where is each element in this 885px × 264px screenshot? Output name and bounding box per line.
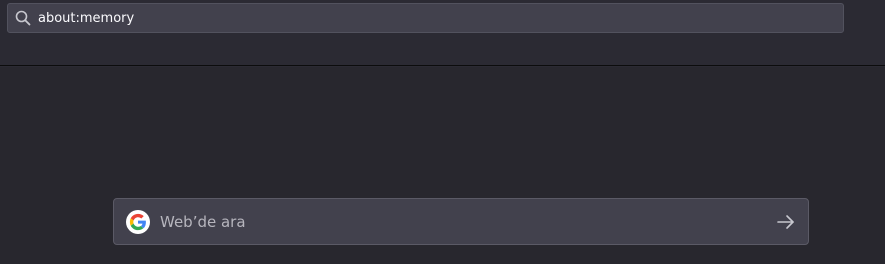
browser-toolbar: about:memory [0, 0, 885, 66]
new-tab-page: Web’de ara [0, 67, 885, 264]
search-icon [14, 9, 32, 27]
address-bar-text[interactable]: about:memory [38, 11, 134, 26]
google-logo-icon [126, 210, 150, 234]
address-bar[interactable]: about:memory [7, 3, 844, 33]
web-search-box[interactable]: Web’de ara [113, 198, 809, 245]
arrow-right-icon[interactable] [774, 210, 798, 234]
search-placeholder: Web’de ara [160, 213, 246, 231]
